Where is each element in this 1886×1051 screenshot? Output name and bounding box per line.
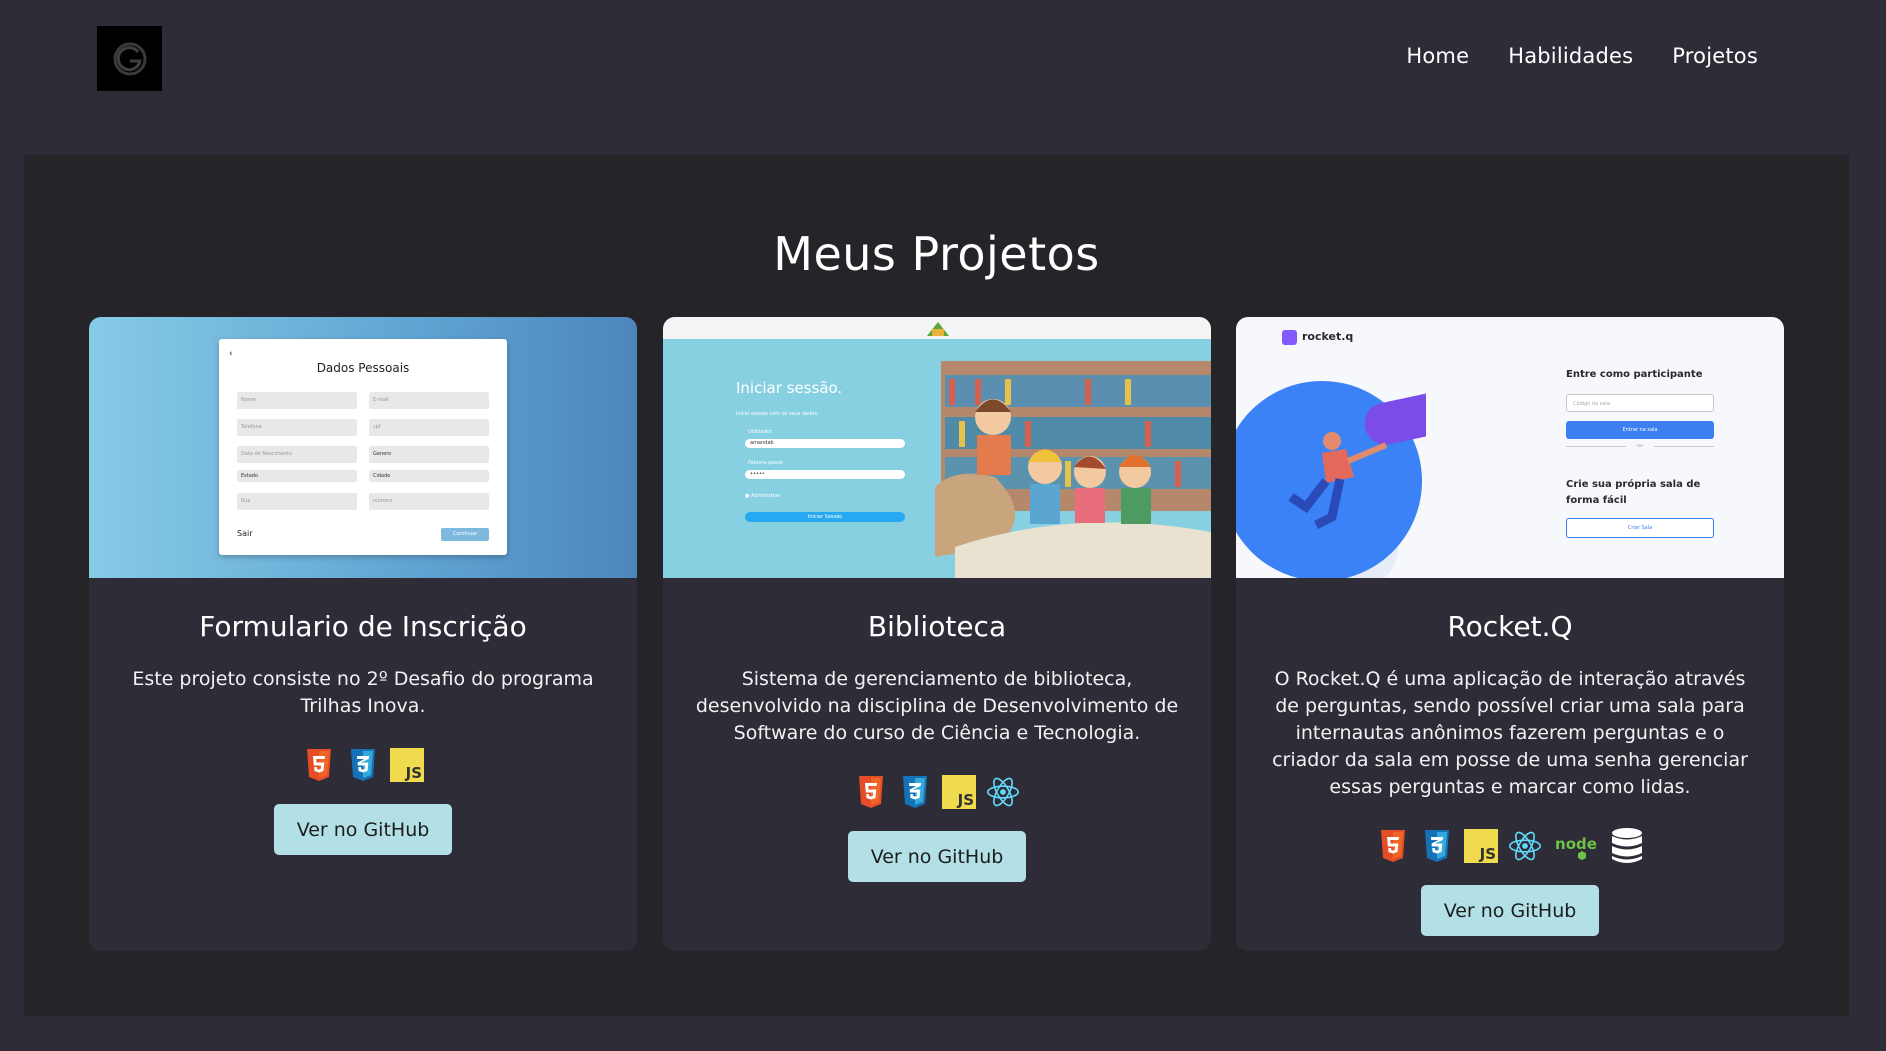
github-button[interactable]: Ver no GitHub: [1421, 885, 1599, 936]
form-field: número: [369, 493, 489, 510]
project-screenshot: ‹ Dados Pessoais Nome E-mail Telefone cp…: [89, 317, 637, 578]
admin-label: Administrar: [750, 493, 781, 499]
rocketq-logo: rocket.q: [1302, 330, 1354, 343]
logo-g-icon: [113, 42, 146, 75]
main-nav: Home Habilidades Projetos: [1406, 44, 1758, 68]
svg-text:JS: JS: [405, 764, 422, 782]
html5-icon: [302, 748, 336, 782]
form-field: Cidade: [369, 470, 489, 482]
nav-projetos[interactable]: Projetos: [1672, 44, 1758, 68]
projects-section: Meus Projetos ‹ Dados Pessoais Nome E-ma…: [24, 155, 1849, 1016]
logo[interactable]: [97, 26, 162, 91]
css3-icon: [346, 748, 380, 782]
tech-list: JS: [663, 775, 1211, 809]
project-screenshot: Iniciar sessão. Inicie sessão com os seu…: [663, 317, 1211, 578]
project-description: Este projeto consiste no 2º Desafio do p…: [132, 668, 594, 717]
user-input: amandab: [745, 439, 905, 448]
abc-logo-icon: [927, 322, 949, 336]
form-exit-label: Sair: [237, 529, 253, 538]
create-room-button: Criar Sala: [1566, 518, 1714, 538]
form-field: E-mail: [369, 392, 489, 409]
login-subtitle: Inicie sessão com os seus dados.: [736, 411, 819, 417]
form-continue-button: Continuar: [441, 528, 489, 541]
javascript-icon: JS: [1464, 829, 1498, 863]
password-input: •••••: [745, 470, 905, 479]
github-button[interactable]: Ver no GitHub: [274, 804, 452, 855]
javascript-icon: JS: [390, 748, 424, 782]
project-card-rocketq: rocket.q Entre como participante Código …: [1236, 317, 1784, 951]
project-title: Rocket.Q: [1447, 610, 1573, 643]
rocket-illustration: [1236, 381, 1426, 578]
project-card-biblioteca: Iniciar sessão. Inicie sessão com os seu…: [663, 317, 1211, 951]
css3-icon: [1420, 829, 1454, 863]
participant-heading: Entre como participante: [1566, 369, 1703, 380]
project-screenshot: rocket.q Entre como participante Código …: [1236, 317, 1784, 578]
form-preview-card: ‹ Dados Pessoais Nome E-mail Telefone cp…: [219, 339, 507, 555]
html5-icon: [1376, 829, 1410, 863]
github-button[interactable]: Ver no GitHub: [848, 831, 1026, 882]
javascript-icon: JS: [942, 775, 976, 809]
project-title: Biblioteca: [867, 610, 1007, 643]
svg-text:node: node: [1555, 835, 1597, 853]
form-preview-title: Dados Pessoais: [316, 361, 410, 375]
tech-list: JS: [89, 748, 637, 782]
project-description: O Rocket.Q é uma aplicação de interação …: [1272, 668, 1748, 798]
database-icon: [1610, 828, 1644, 863]
form-field: Nome: [237, 392, 357, 409]
css3-icon: [898, 775, 932, 809]
html5-icon: [854, 775, 888, 809]
back-icon: ‹: [229, 349, 233, 359]
react-icon: [986, 775, 1020, 809]
tech-list: JS node: [1236, 828, 1784, 863]
nav-habilidades[interactable]: Habilidades: [1508, 44, 1633, 68]
svg-text:JS: JS: [1479, 845, 1496, 863]
form-field: Telefone: [237, 419, 357, 436]
room-code-input: Código da sala: [1566, 394, 1714, 412]
create-room-heading: Crie sua própria sala de forma fácil: [1566, 479, 1701, 506]
form-field: Rua: [237, 493, 357, 510]
project-card-formulario: ‹ Dados Pessoais Nome E-mail Telefone cp…: [89, 317, 637, 951]
form-field: Data de Nascimento: [237, 446, 357, 463]
svg-text:JS: JS: [957, 791, 974, 809]
project-title: Formulario de Inscrição: [199, 610, 527, 643]
enter-room-button: Entrar na sala: [1566, 421, 1714, 439]
rocketq-logo-icon: [1282, 330, 1297, 345]
library-illustration: [935, 361, 1211, 578]
site-header: Home Habilidades Projetos: [0, 0, 1886, 140]
user-label: Utilizador: [748, 429, 772, 435]
nav-home[interactable]: Home: [1406, 44, 1469, 68]
password-label: Palavra-passe: [748, 460, 783, 466]
nodejs-icon: node: [1552, 829, 1600, 863]
section-title: Meus Projetos: [773, 227, 1100, 281]
login-title: Iniciar sessão.: [736, 379, 843, 397]
form-field: Estado: [237, 470, 357, 482]
react-icon: [1508, 829, 1542, 863]
project-description: Sistema de gerenciamento de biblioteca, …: [695, 668, 1179, 744]
form-field: cpf: [369, 419, 489, 436]
admin-checkbox: ● Administrar: [745, 493, 781, 499]
form-field: Genero: [369, 446, 489, 463]
login-button: Iniciar Sessão: [745, 512, 905, 522]
